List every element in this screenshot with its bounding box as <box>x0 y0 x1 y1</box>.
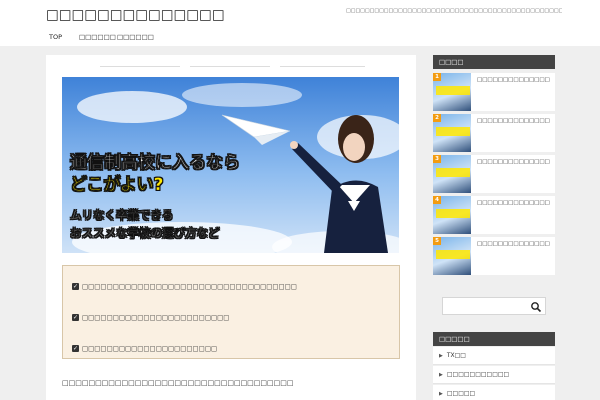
ranking-item[interactable]: 2 □□□□□□□□□□□□□□□□□□□□□□□□□□□□□□□□□□□□ <box>433 114 555 152</box>
check-icon: ✓ <box>72 283 79 290</box>
category-label[interactable]: □□□□□ <box>447 390 475 397</box>
nav-item-top[interactable]: TOP <box>49 31 62 43</box>
hero-subline-1: ムリなく卒業できる <box>70 208 174 222</box>
nav-item-3[interactable]: □□□□□□ <box>117 31 154 43</box>
checklist-item: ✓ □□□□□□□□□□□□□□□□□□□□□□□□ <box>72 313 230 322</box>
category-label[interactable]: □□□□□□□□□□□ <box>447 371 509 378</box>
category-item[interactable]: ▶ □□□□□ <box>433 385 555 400</box>
search-input[interactable] <box>442 297 546 315</box>
top-divider <box>62 66 402 68</box>
chevron-right-icon: ▶ <box>439 353 443 359</box>
global-nav: TOP □□□□□□ □□□□□□ <box>0 28 600 46</box>
chevron-right-icon: ▶ <box>439 372 443 378</box>
ranking-item[interactable]: 3 □□□□□□□□□□□□□□□□□□□□□□□□□□□□□ <box>433 155 555 193</box>
nav-item-2[interactable]: □□□□□□ <box>79 31 116 43</box>
hero-subline-2: おススメな学校の選び方など <box>70 226 220 240</box>
search-icon[interactable] <box>530 301 542 313</box>
rank-badge: 5 <box>433 237 441 245</box>
checklist-box: ✓ □□□□□□□□□□□□□□□□□□□□□□□□□□□□□□□□□□□ ✓ □□… <box>62 265 400 359</box>
chevron-right-icon: ▶ <box>439 391 443 397</box>
hero-image: 通信制高校に入るなら どこがよい? ムリなく卒業できる おススメな学校の選び方な… <box>62 77 399 253</box>
checklist-item: ✓ □□□□□□□□□□□□□□□□□□□□□□ <box>72 344 218 353</box>
checklist-item: ✓ □□□□□□□□□□□□□□□□□□□□□□□□□□□□□□□□□□□ <box>72 282 297 291</box>
rank-badge: 2 <box>433 114 441 122</box>
site-tagline: □□□□□□□□□□□□□□□□□□□□□□□□□□□□□□□□□□□□□□□□… <box>346 8 562 14</box>
intro-paragraph: □□□□□□□□□□□□□□□□□□□□□□□□□□□□□□□□□□□ <box>62 379 294 387</box>
ranking-title[interactable]: □□□□□□□□□□□□□□□□□□□□□□□□□□□□□□□□□□□□ <box>477 76 550 106</box>
rank-badge: 3 <box>433 155 441 163</box>
sidebar: □□□□ 1 □□□□□□□□□□□□□□□□□□□□□□□□□□□□□□□□□… <box>433 55 555 400</box>
main-content: 通信制高校に入るなら どこがよい? ムリなく卒業できる おススメな学校の選び方な… <box>46 55 416 400</box>
ranking-title[interactable]: □□□□□□□□□□□□□□□□□□□□□□□□□□□□□□□□□□□ <box>477 199 550 229</box>
ranking-item[interactable]: 1 □□□□□□□□□□□□□□□□□□□□□□□□□□□□□□□□□□□□ <box>433 73 555 111</box>
check-icon: ✓ <box>72 314 79 321</box>
category-heading: □□□□□ <box>433 332 555 346</box>
site-title[interactable]: □□□□□□□□□□□□□□ <box>46 7 225 23</box>
check-icon: ✓ <box>72 345 79 352</box>
ranking-item[interactable]: 4 □□□□□□□□□□□□□□□□□□□□□□□□□□□□□□□□□□□ <box>433 196 555 234</box>
hero-headline-line2: どこがよい? <box>70 175 164 195</box>
category-item[interactable]: ▶ TX□□ <box>433 347 555 365</box>
category-item[interactable]: ▶ □□□□□□□□□□□ <box>433 366 555 384</box>
ranking-title[interactable]: □□□□□□□□□□□□□□□□□□□□□□□□□□□□□□□ <box>477 240 550 270</box>
ranking-heading: □□□□ <box>433 55 555 69</box>
category-label[interactable]: TX□□ <box>447 352 466 359</box>
rank-badge: 4 <box>433 196 441 204</box>
ranking-item[interactable]: 5 □□□□□□□□□□□□□□□□□□□□□□□□□□□□□□□ <box>433 237 555 275</box>
ranking-title[interactable]: □□□□□□□□□□□□□□□□□□□□□□□□□□□□□ <box>477 158 550 188</box>
ranking-title[interactable]: □□□□□□□□□□□□□□□□□□□□□□□□□□□□□□□□□□□□ <box>477 117 550 147</box>
rank-badge: 1 <box>433 73 441 81</box>
